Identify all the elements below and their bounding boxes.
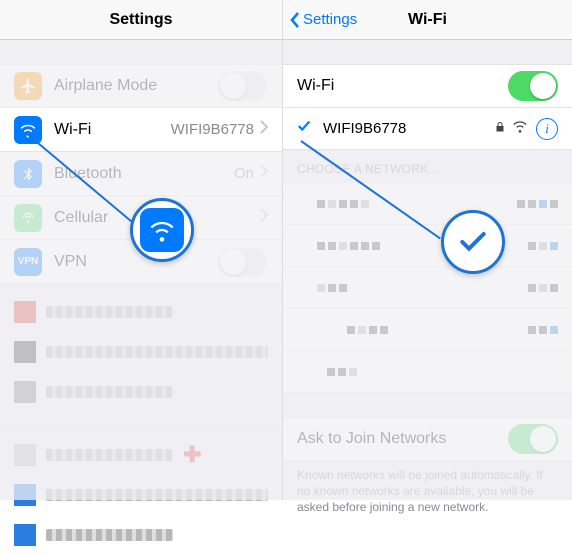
list-item[interactable] xyxy=(0,332,282,372)
settings-screen: Settings Airplane Mode Wi-Fi WIFI9B6778 … xyxy=(0,0,283,500)
wifi-icon-callout xyxy=(130,198,194,262)
lock-icon xyxy=(494,120,506,138)
vpn-label: VPN xyxy=(54,253,218,271)
list-item[interactable] xyxy=(0,475,282,515)
wifi-header: Settings Wi-Fi xyxy=(283,0,572,40)
ask-to-join-label: Ask to Join Networks xyxy=(297,430,508,448)
network-row[interactable] xyxy=(283,183,572,225)
settings-title: Settings xyxy=(109,11,172,29)
airplane-mode-row[interactable]: Airplane Mode xyxy=(0,64,282,108)
wifi-switch-label: Wi-Fi xyxy=(297,77,508,95)
connected-network-row[interactable]: WIFI9B6778 i xyxy=(283,108,572,150)
network-row[interactable] xyxy=(283,309,572,351)
wifi-label: Wi-Fi xyxy=(54,121,171,139)
list-item[interactable]: ✚ xyxy=(0,435,282,475)
airplane-icon xyxy=(14,72,42,100)
bluetooth-icon xyxy=(14,160,42,188)
chevron-right-icon xyxy=(260,120,268,139)
cellular-icon xyxy=(14,204,42,232)
airplane-toggle[interactable] xyxy=(218,71,268,101)
settings-header: Settings xyxy=(0,0,282,40)
bluetooth-row[interactable]: Bluetooth On xyxy=(0,152,282,196)
vpn-toggle[interactable] xyxy=(218,247,268,277)
wifi-icon xyxy=(14,116,42,144)
checkmark-callout xyxy=(441,210,505,274)
chevron-right-icon xyxy=(260,164,268,183)
list-item[interactable] xyxy=(0,372,282,412)
vpn-icon: VPN xyxy=(14,248,42,276)
back-label: Settings xyxy=(303,11,357,28)
airplane-label: Airplane Mode xyxy=(54,77,218,95)
choose-network-header: CHOOSE A NETWORK... xyxy=(283,150,572,182)
list-item[interactable] xyxy=(0,292,282,332)
wifi-value: WIFI9B6778 xyxy=(171,121,254,138)
network-row[interactable] xyxy=(283,267,572,309)
network-row[interactable] xyxy=(283,351,572,393)
signal-icon xyxy=(512,118,528,139)
ask-to-join-toggle[interactable] xyxy=(508,424,558,454)
wifi-toggle[interactable] xyxy=(508,71,558,101)
wifi-screen: Settings Wi-Fi Wi-Fi WIFI9B6778 i CHOOSE… xyxy=(283,0,572,500)
plus-icon: ✚ xyxy=(183,442,201,468)
ask-to-join-footnote: Known networks will be joined automatica… xyxy=(283,461,572,530)
chevron-right-icon xyxy=(260,208,268,227)
wifi-screen-title: Wi-Fi xyxy=(408,11,447,29)
wifi-switch-row[interactable]: Wi-Fi xyxy=(283,64,572,108)
connected-ssid: WIFI9B6778 xyxy=(323,120,488,137)
info-icon[interactable]: i xyxy=(536,118,558,140)
bluetooth-value: On xyxy=(234,165,254,182)
back-button[interactable]: Settings xyxy=(289,11,357,29)
list-item[interactable] xyxy=(0,515,282,555)
checkmark-icon xyxy=(297,119,315,138)
ask-to-join-row[interactable]: Ask to Join Networks xyxy=(283,417,572,461)
